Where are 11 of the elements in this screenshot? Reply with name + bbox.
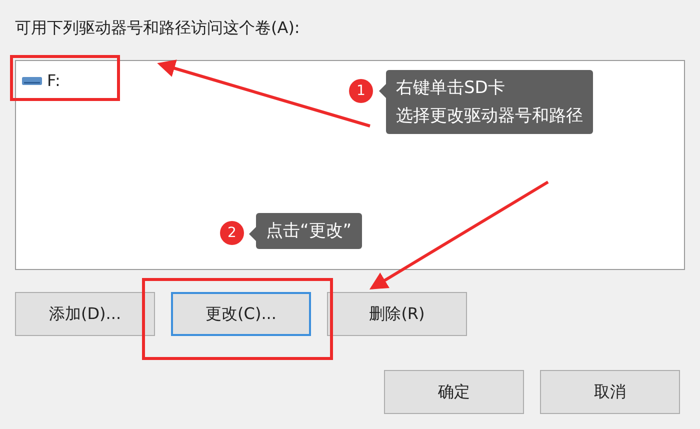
action-button[interactable]: 删除(R)	[327, 292, 467, 336]
action-button[interactable]: 添加(D)...	[15, 292, 155, 336]
action-button[interactable]: 更改(C)...	[171, 292, 311, 336]
callout-text: 选择更改驱动器号和路径	[396, 105, 583, 128]
drive-icon	[22, 76, 42, 86]
callout-text: 右键单击SD卡	[396, 77, 506, 100]
callout-text: 点击“更改”	[266, 220, 352, 243]
drive-letter[interactable]: F:	[47, 71, 60, 90]
volume-access-label: 可用下列驱动器号和路径访问这个卷(A):	[15, 18, 301, 39]
cancel-button[interactable]: 取消	[540, 370, 680, 414]
ok-button[interactable]: 确定	[384, 370, 524, 414]
